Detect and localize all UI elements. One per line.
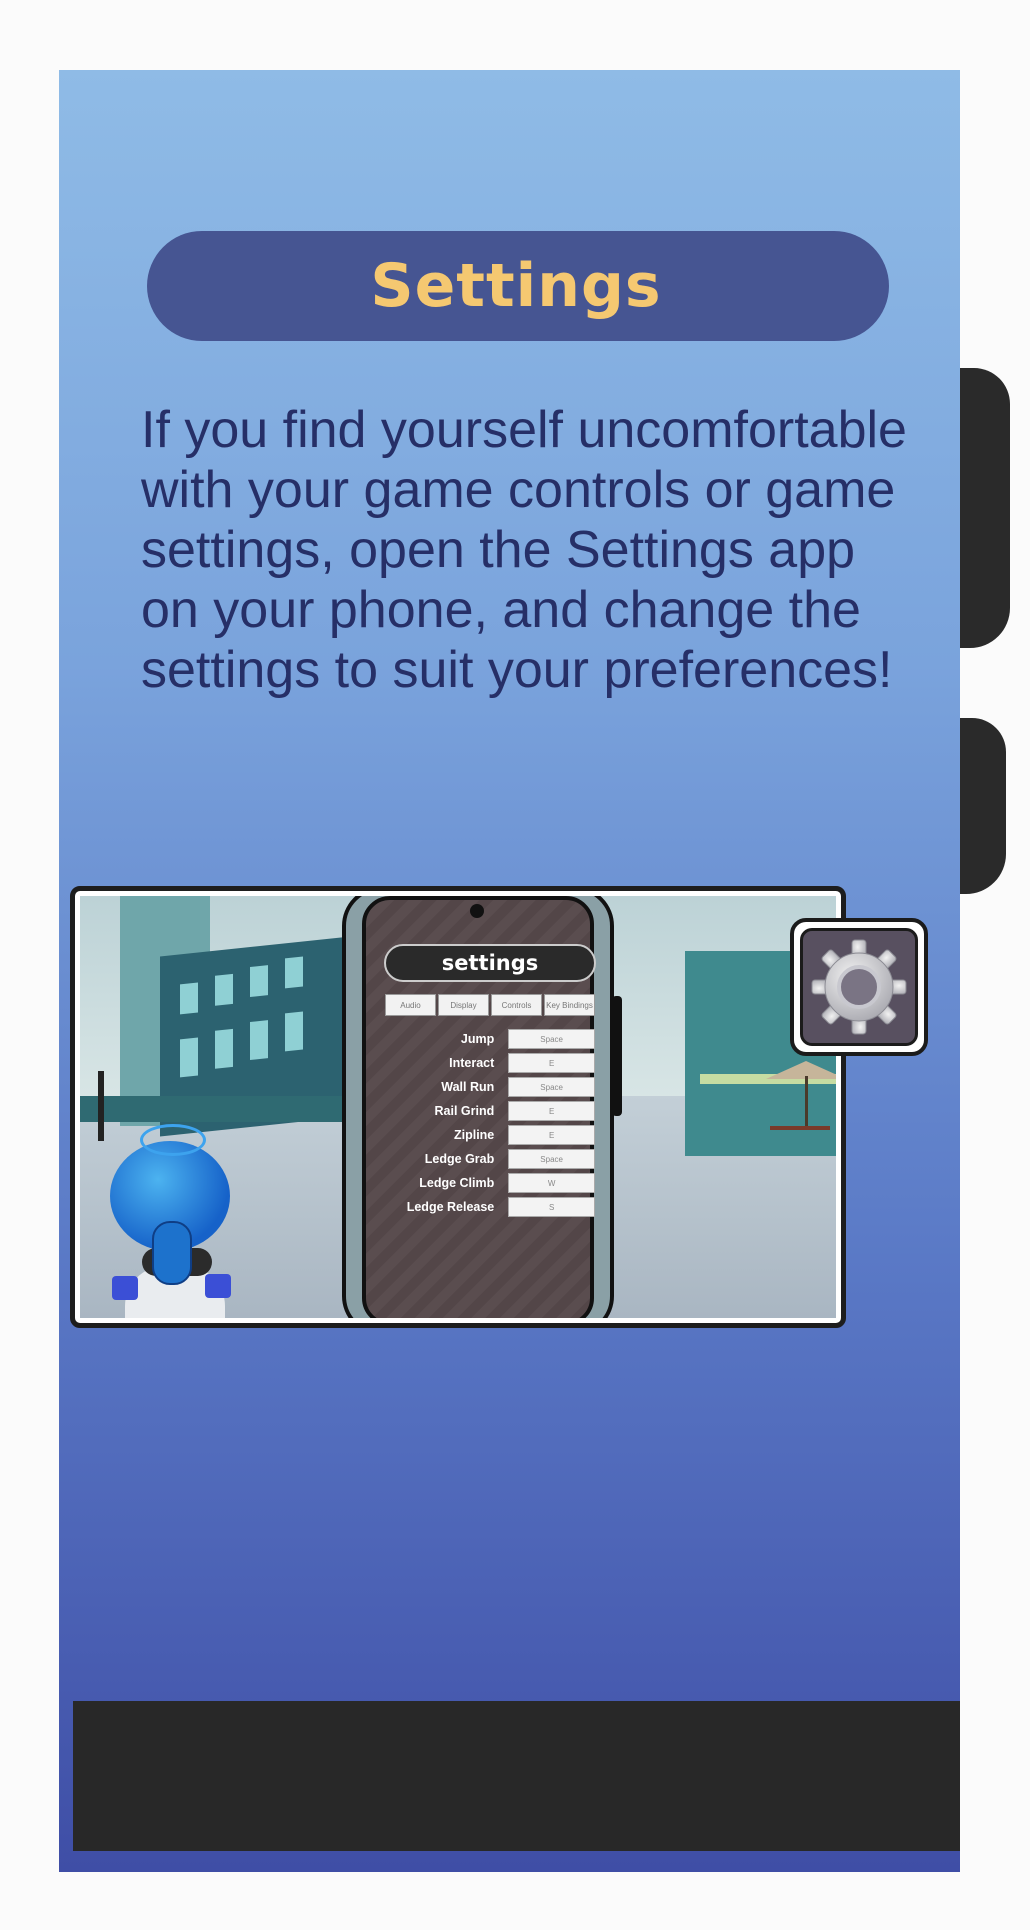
binding-row-jump: Jump Space	[380, 1029, 595, 1049]
binding-key-field[interactable]: W	[508, 1173, 595, 1193]
binding-row-interact: Interact E	[380, 1053, 595, 1073]
binding-row-rail-grind: Rail Grind E	[380, 1101, 595, 1121]
binding-key-field[interactable]: E	[508, 1101, 595, 1121]
cafe-tables	[770, 1126, 830, 1156]
character-armband-left	[112, 1276, 138, 1300]
binding-row-ledge-release: Ledge Release S	[380, 1197, 595, 1217]
building-window	[285, 956, 303, 989]
building-window	[180, 1037, 198, 1078]
binding-label: Ledge Climb	[419, 1176, 495, 1190]
binding-key-field[interactable]: Space	[508, 1149, 595, 1169]
binding-row-zipline: Zipline E	[380, 1125, 595, 1145]
phone-camera	[470, 904, 484, 918]
settings-app-badge	[790, 918, 928, 1056]
binding-label: Interact	[449, 1056, 495, 1070]
binding-label: Zipline	[453, 1128, 495, 1142]
umbrella-pole	[805, 1076, 808, 1126]
street-lamp	[98, 1071, 104, 1141]
phone-side-button	[612, 996, 622, 1116]
key-binding-list: Jump Space Interact E Wall Run Space Rai…	[380, 1029, 595, 1221]
settings-app-icon-tile	[800, 928, 918, 1046]
tab-audio[interactable]: Audio	[385, 994, 436, 1016]
building-window	[180, 982, 198, 1015]
intro-paragraph: If you find yourself uncomfortable with …	[141, 401, 907, 699]
phone-settings-header: settings	[384, 944, 596, 982]
binding-key-field[interactable]: E	[508, 1125, 595, 1145]
building-window	[215, 973, 233, 1006]
building-window	[215, 1028, 233, 1069]
tab-display[interactable]: Display	[438, 994, 489, 1016]
binding-row-ledge-climb: Ledge Climb W	[380, 1173, 595, 1193]
title-banner: Settings	[147, 231, 889, 341]
building-window	[285, 1011, 303, 1052]
character-ponytail	[152, 1221, 192, 1285]
bottom-bar	[73, 1701, 960, 1851]
binding-label: Wall Run	[441, 1080, 495, 1094]
binding-key-field[interactable]: S	[508, 1197, 595, 1217]
building-window	[250, 965, 268, 998]
phone-settings-tabs: Audio Display Controls Key Bindings	[385, 994, 595, 1016]
binding-label: Ledge Release	[406, 1200, 495, 1214]
binding-label: Rail Grind	[434, 1104, 495, 1118]
character-halo	[140, 1124, 206, 1156]
binding-key-field[interactable]: Space	[508, 1029, 595, 1049]
character-armband-right	[205, 1274, 231, 1298]
tab-controls[interactable]: Controls	[491, 994, 542, 1016]
binding-row-wall-run: Wall Run Space	[380, 1077, 595, 1097]
binding-row-ledge-grab: Ledge Grab Space	[380, 1149, 595, 1169]
scene-ledge	[80, 1096, 350, 1122]
phone-settings-title: settings	[441, 951, 539, 975]
page-title: Settings	[370, 251, 662, 321]
building-window	[250, 1020, 268, 1061]
gear-icon	[811, 939, 907, 1035]
game-scene: settings Audio Display Controls Key Bind…	[80, 896, 836, 1318]
tab-key-bindings[interactable]: Key Bindings	[544, 994, 595, 1016]
game-screenshot: settings Audio Display Controls Key Bind…	[70, 886, 846, 1328]
binding-label: Jump	[460, 1032, 495, 1046]
binding-key-field[interactable]: E	[508, 1053, 595, 1073]
binding-label: Ledge Grab	[424, 1152, 495, 1166]
side-tab-upper	[960, 368, 1010, 648]
side-tab-lower	[960, 718, 1006, 894]
binding-key-field[interactable]: Space	[508, 1077, 595, 1097]
